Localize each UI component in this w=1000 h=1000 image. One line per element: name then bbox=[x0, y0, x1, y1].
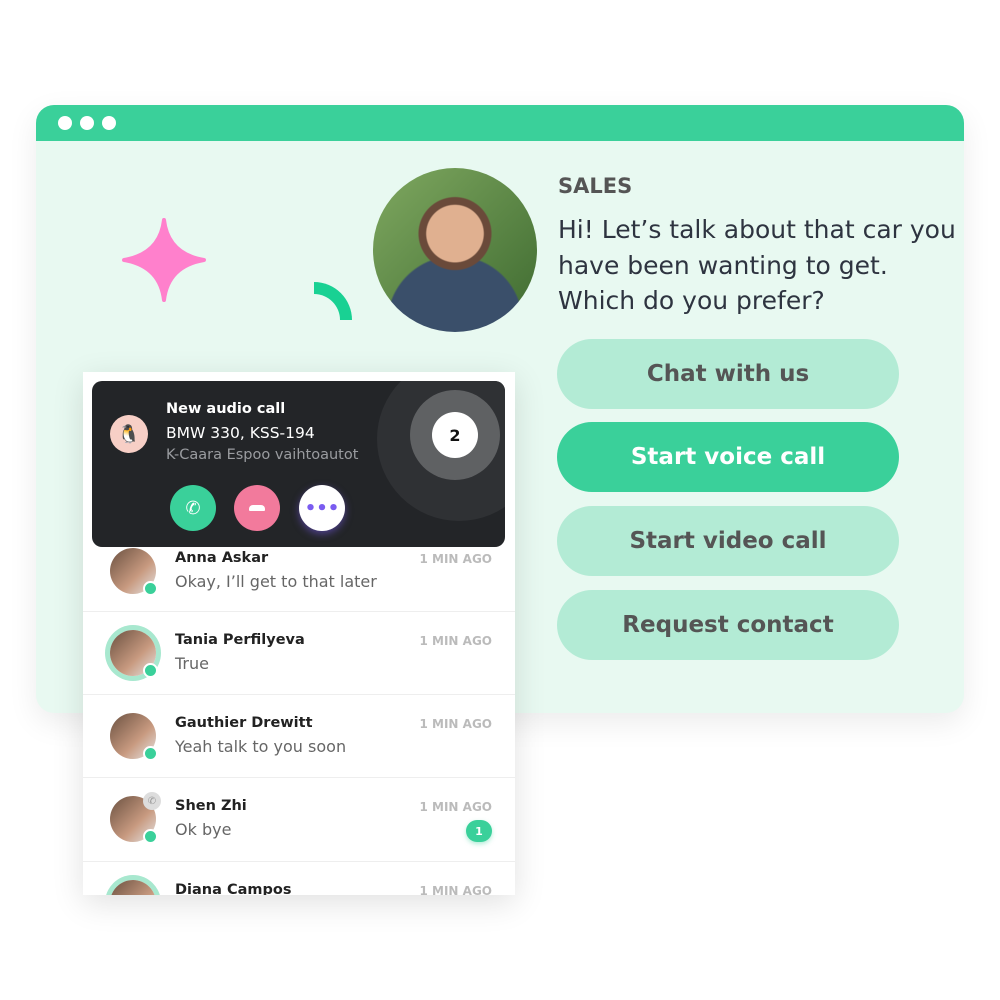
list-item[interactable]: ✆ Shen Zhi Ok bye 1 MIN AGO 1 bbox=[83, 778, 515, 862]
accept-call-button[interactable]: ✆ bbox=[170, 485, 216, 531]
last-message: Okay, I’ll get to that later bbox=[175, 572, 377, 591]
list-item[interactable]: Tania Perfilyeva True 1 MIN AGO bbox=[83, 612, 515, 695]
timestamp: 1 MIN AGO bbox=[419, 552, 493, 566]
agent-department: SALES bbox=[558, 174, 633, 198]
online-status-icon bbox=[143, 663, 158, 678]
sparkle-icon bbox=[122, 218, 206, 302]
last-message: True bbox=[175, 654, 209, 673]
phone-icon: ✆ bbox=[185, 497, 201, 519]
start-voice-call-button[interactable]: Start voice call bbox=[557, 422, 899, 492]
incoming-call-card: 2 🐧 New audio call BMW 330, KSS-194 K-Ca… bbox=[92, 381, 505, 547]
decline-call-button[interactable] bbox=[234, 485, 280, 531]
last-message: Yeah talk to you soon bbox=[175, 737, 347, 756]
contact-name: Gauthier Drewitt bbox=[175, 715, 313, 731]
start-video-call-button[interactable]: Start video call bbox=[557, 506, 899, 576]
online-status-icon bbox=[143, 829, 158, 844]
last-message: Ok bye bbox=[175, 820, 232, 839]
online-status-icon bbox=[143, 581, 158, 596]
timestamp: 1 MIN AGO bbox=[419, 884, 493, 895]
window-dot-icon bbox=[80, 116, 94, 130]
phone-icon: ✆ bbox=[143, 792, 161, 810]
list-item[interactable]: Gauthier Drewitt Yeah talk to you soon 1… bbox=[83, 695, 515, 778]
timestamp: 1 MIN AGO bbox=[419, 634, 493, 648]
call-subject: BMW 330, KSS-194 bbox=[166, 424, 315, 442]
contact-name: Anna Askar bbox=[175, 550, 269, 566]
timestamp: 1 MIN AGO bbox=[419, 800, 493, 814]
call-dealer: K-Caara Espoo vaihtoautot bbox=[166, 447, 359, 463]
more-icon: ••• bbox=[304, 497, 340, 519]
list-item[interactable]: Diana Campos 1 MIN AGO bbox=[83, 862, 515, 895]
agent-message: Hi! Let’s talk about that car you have b… bbox=[558, 215, 956, 315]
contact-name: Shen Zhi bbox=[175, 798, 247, 814]
unread-badge: 1 bbox=[466, 820, 492, 842]
chat-with-us-button[interactable]: Chat with us bbox=[557, 339, 899, 409]
call-title: New audio call bbox=[166, 401, 286, 417]
call-queue-count: 2 bbox=[432, 412, 478, 458]
window-dot-icon bbox=[102, 116, 116, 130]
window-dot-icon bbox=[58, 116, 72, 130]
agent-avatar bbox=[373, 168, 537, 332]
more-options-button[interactable]: ••• bbox=[299, 485, 345, 531]
request-contact-button[interactable]: Request contact bbox=[557, 590, 899, 660]
contact-name: Tania Perfilyeva bbox=[175, 632, 305, 648]
hangup-icon bbox=[249, 505, 265, 511]
online-status-icon bbox=[143, 746, 158, 761]
timestamp: 1 MIN AGO bbox=[419, 717, 493, 731]
contact-name: Diana Campos bbox=[175, 882, 292, 895]
window-titlebar bbox=[36, 105, 964, 141]
caller-avatar: 🐧 bbox=[110, 415, 148, 453]
avatar bbox=[110, 880, 156, 895]
list-item[interactable]: Anna Askar Okay, I’ll get to that later … bbox=[83, 548, 515, 612]
